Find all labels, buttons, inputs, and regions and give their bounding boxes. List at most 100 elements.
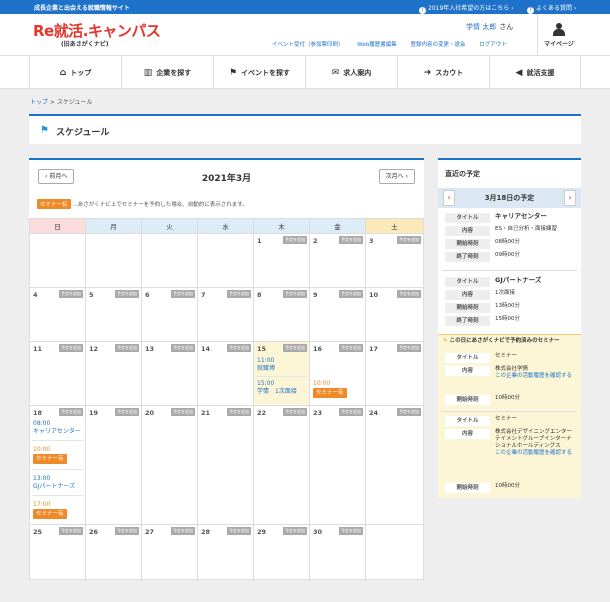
link-faq[interactable]: ? よくある質問 ›	[527, 3, 576, 14]
add-schedule-button[interactable]: 予定を追加	[397, 290, 421, 298]
calendar-day-20: 20 予定を追加	[141, 405, 198, 525]
seminar-tag: セミナー有	[37, 199, 71, 209]
calendar-day-10: 10 予定を追加	[365, 287, 424, 342]
seminar-tag: セミナー有	[33, 509, 67, 519]
event-d18-2[interactable]: 13:00 GJパートナーズ	[33, 475, 75, 491]
calendar-day-25: 25 予定を追加	[29, 524, 86, 580]
schedule-2-title: タイトル GJパートナーズ	[445, 276, 575, 288]
add-schedule-button[interactable]: 予定を追加	[171, 408, 195, 416]
main-nav: ⌂ トップ ▥ 企業を探す ⚑ イベントを探す ✉ 求人案内 ➜ スカウト ◀ 就活支援	[0, 56, 610, 89]
day-number: 18	[33, 409, 43, 417]
prev-day-button[interactable]: ‹	[443, 190, 455, 206]
mypage-button[interactable]: マイページ	[537, 14, 580, 56]
link-logout[interactable]: ログアウト	[479, 42, 507, 48]
link-event-reception[interactable]: イベント受付（参加票印刷）	[272, 42, 344, 48]
day-number: 23	[313, 409, 323, 417]
nav-events[interactable]: ⚑ イベントを探す	[213, 56, 305, 89]
add-schedule-button[interactable]: 予定を追加	[283, 344, 307, 352]
weekday-sat: 土	[365, 218, 424, 234]
building-icon: ▥	[143, 67, 153, 78]
nav-support[interactable]: ◀ 就活支援	[489, 56, 581, 89]
add-schedule-button[interactable]: 予定を追加	[283, 290, 307, 298]
calendar-day-30: 30 予定を追加	[309, 524, 366, 580]
month-label: 2021年3月	[201, 174, 252, 184]
seminar-1-history-link[interactable]: この企業の活動履歴を確認する	[495, 373, 572, 379]
top-bar: 成長企業と出会える就職情報サイト i 2019年入社希望の方はこちら › ? よくあ…	[0, 0, 610, 14]
add-schedule-button[interactable]: 予定を追加	[339, 290, 363, 298]
mail-icon: ✉	[331, 67, 340, 78]
add-schedule-button[interactable]: 予定を追加	[115, 527, 139, 535]
day-number: 12	[89, 345, 99, 353]
site-header: Re就活.キャンパス (旧あさがくナビ) 学情 太郎 さん イベント受付（参加票印…	[0, 14, 610, 56]
nav-companies[interactable]: ▥ 企業を探す	[121, 56, 213, 89]
add-schedule-button[interactable]: 予定を追加	[59, 408, 83, 416]
seminar-2-history-link[interactable]: この企業の活動履歴を確認する	[495, 450, 572, 456]
link-web-resume[interactable]: Web履歴書編集	[357, 42, 397, 48]
day-number: 11	[33, 345, 43, 353]
add-schedule-button[interactable]: 予定を追加	[115, 408, 139, 416]
calendar-day-7: 7 予定を追加	[197, 287, 254, 342]
add-schedule-button[interactable]: 予定を追加	[171, 344, 195, 352]
nav-scout[interactable]: ➜ スカウト	[397, 56, 489, 89]
flag-icon: ⚑	[228, 67, 238, 78]
calendar-day-17: 17 予定を追加	[365, 341, 424, 406]
next-month-button[interactable]: 次月へ ›	[378, 169, 415, 184]
day-number: 30	[313, 528, 323, 536]
add-schedule-button[interactable]: 予定を追加	[339, 527, 363, 535]
add-schedule-button[interactable]: 予定を追加	[283, 408, 307, 416]
seminar-d18-2[interactable]: 17:00 セミナー有	[33, 501, 67, 519]
calendar-panel: ‹ 前月へ 2021年3月 次月へ › セミナー有 …あさがくナビ上でセミナーを…	[29, 158, 424, 580]
event-d15-1[interactable]: 11:00 就職博	[257, 357, 275, 373]
day-number: 4	[33, 291, 38, 299]
breadcrumb-top[interactable]: トップ	[30, 99, 48, 106]
day-number: 16	[313, 345, 323, 353]
event-d18-1[interactable]: 08:00 キャリアセンター	[33, 420, 81, 436]
calendar-day-23: 23 予定を追加	[309, 405, 366, 525]
add-schedule-button[interactable]: 予定を追加	[171, 290, 195, 298]
add-schedule-button[interactable]: 予定を追加	[227, 290, 251, 298]
add-schedule-button[interactable]: 予定を追加	[227, 527, 251, 535]
next-day-button[interactable]: ›	[564, 190, 576, 206]
add-schedule-button[interactable]: 予定を追加	[227, 344, 251, 352]
day-number: 25	[33, 528, 43, 536]
nav-top[interactable]: ⌂ トップ	[29, 56, 121, 89]
add-schedule-button[interactable]: 予定を追加	[227, 408, 251, 416]
add-schedule-button[interactable]: 予定を追加	[339, 236, 363, 244]
calendar-empty-cell	[85, 233, 142, 288]
divider	[442, 411, 577, 412]
add-schedule-button[interactable]: 予定を追加	[339, 344, 363, 352]
seminar-d16[interactable]: 10:00 セミナー有	[313, 380, 347, 398]
add-schedule-button[interactable]: 予定を追加	[171, 527, 195, 535]
event-divider	[32, 495, 83, 496]
add-schedule-button[interactable]: 予定を追加	[115, 344, 139, 352]
add-schedule-button[interactable]: 予定を追加	[59, 527, 83, 535]
calendar-day-4: 4 予定を追加	[29, 287, 86, 342]
day-number: 10	[369, 291, 379, 299]
event-d15-2[interactable]: 15:00 学情 1次面接	[257, 380, 297, 396]
link-2019-graduates[interactable]: i 2019年入社希望の方はこちら ›	[419, 3, 514, 14]
calendar-day-27: 27 予定を追加	[141, 524, 198, 580]
link-account-settings[interactable]: 登録内容の変更・退会	[411, 42, 466, 48]
day-number: 29	[257, 528, 267, 536]
add-schedule-button[interactable]: 予定を追加	[283, 236, 307, 244]
calendar-day-6: 6 予定を追加	[141, 287, 198, 342]
add-schedule-button[interactable]: 予定を追加	[59, 290, 83, 298]
day-number: 7	[201, 291, 206, 299]
seminar-d18-1[interactable]: 10:00 セミナー有	[33, 446, 67, 464]
seminar-2-content: 内容 株式会社デザイニングエンターテイメントグループインターナショナルホールディン…	[445, 428, 575, 478]
seminar-tag: セミナー有	[33, 454, 67, 464]
user-name: 学情 太郎 さん	[466, 23, 514, 31]
add-schedule-button[interactable]: 予定を追加	[59, 344, 83, 352]
add-schedule-button[interactable]: 予定を追加	[397, 408, 421, 416]
site-logo-sub: (旧あさがくナビ)	[61, 41, 109, 48]
add-schedule-button[interactable]: 予定を追加	[397, 236, 421, 244]
site-logo[interactable]: Re就活.キャンパス	[33, 20, 161, 41]
add-schedule-button[interactable]: 予定を追加	[397, 344, 421, 352]
add-schedule-button[interactable]: 予定を追加	[339, 408, 363, 416]
add-schedule-button[interactable]: 予定を追加	[283, 527, 307, 535]
add-schedule-button[interactable]: 予定を追加	[115, 290, 139, 298]
nav-jobs[interactable]: ✉ 求人案内	[305, 56, 397, 89]
day-number: 6	[145, 291, 150, 299]
calendar-empty-cell	[141, 233, 198, 288]
weekday-tue: 火	[141, 218, 198, 234]
